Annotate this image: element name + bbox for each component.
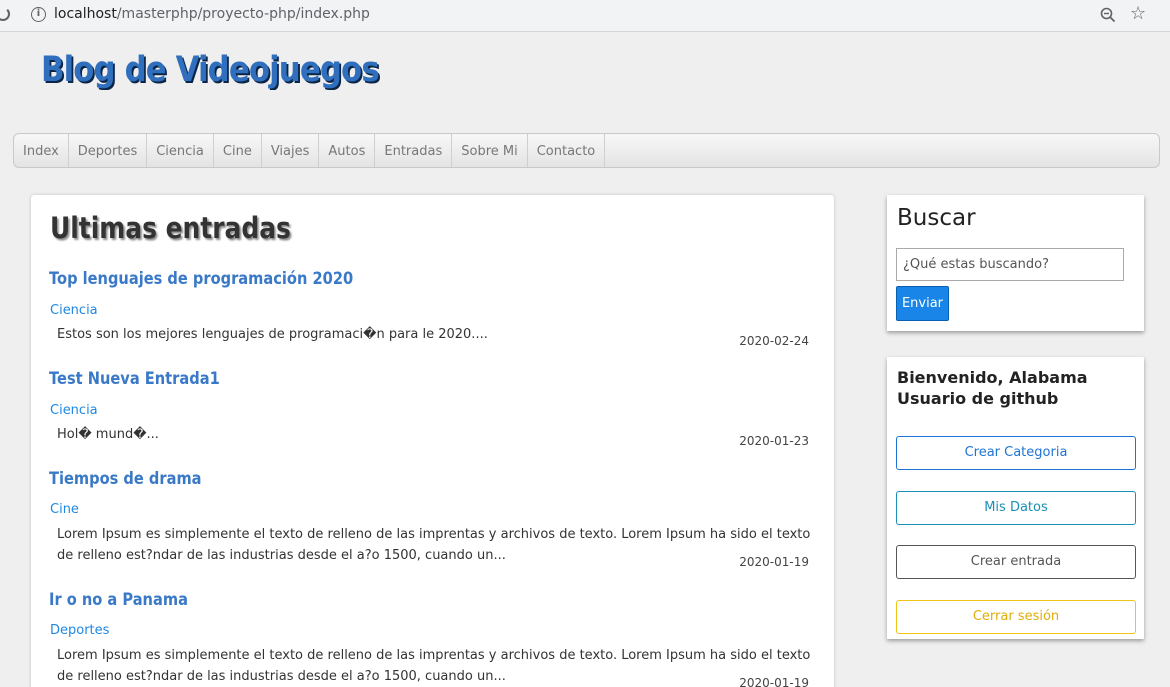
my-data-button[interactable]: Mis Datos xyxy=(896,491,1136,525)
nav-item-autos[interactable]: Autos xyxy=(319,134,376,167)
nav-item-cine[interactable]: Cine xyxy=(214,134,262,167)
entry-excerpt: Lorem Ipsum es simplemente el texto de r… xyxy=(57,648,811,684)
site-title[interactable]: Blog de Videojuegos xyxy=(41,50,380,90)
welcome-message: Bienvenido, Alabama Usuario de github xyxy=(897,368,1088,408)
nav-item-ciencia[interactable]: Ciencia xyxy=(147,134,214,167)
search-submit-button[interactable]: Enviar xyxy=(896,286,949,321)
entry-item: Ir o no a Panama Deportes Lorem Ipsum es… xyxy=(49,590,814,687)
entry-item: Top lenguajes de programación 2020 Cienc… xyxy=(49,269,814,348)
main-nav: Index Deportes Ciencia Cine Viajes Autos… xyxy=(13,133,1160,168)
search-panel: Buscar Enviar xyxy=(887,195,1144,331)
info-icon[interactable]: i xyxy=(31,7,46,22)
logout-button[interactable]: Cerrar sesión xyxy=(896,600,1136,634)
entry-item: Tiempos de drama Cine Lorem Ipsum es sim… xyxy=(49,469,814,569)
entry-date: 2020-01-23 xyxy=(739,434,809,448)
entry-excerpt: Hol� mund�... xyxy=(57,427,159,442)
search-title: Buscar xyxy=(897,205,976,231)
entry-category[interactable]: Ciencia xyxy=(50,303,98,318)
reload-icon[interactable] xyxy=(0,7,10,21)
search-input[interactable] xyxy=(896,248,1124,281)
create-entry-button[interactable]: Crear entrada xyxy=(896,545,1136,579)
entry-excerpt: Estos son los mejores lenguajes de progr… xyxy=(57,327,488,342)
nav-item-viajes[interactable]: Viajes xyxy=(262,134,320,167)
entry-date: 2020-01-19 xyxy=(739,676,809,687)
nav-item-entradas[interactable]: Entradas xyxy=(375,134,453,167)
entry-title[interactable]: Tiempos de drama xyxy=(49,469,707,489)
entry-title[interactable]: Top lenguajes de programación 2020 xyxy=(49,269,707,289)
create-category-button[interactable]: Crear Categoria xyxy=(896,436,1136,470)
entry-category[interactable]: Cine xyxy=(50,502,79,517)
main-content: Ultimas entradas Top lenguajes de progra… xyxy=(31,195,834,687)
page-title: Ultimas entradas xyxy=(50,211,291,245)
nav-item-deportes[interactable]: Deportes xyxy=(69,134,148,167)
entry-title[interactable]: Test Nueva Entrada1 xyxy=(49,369,707,389)
entry-item: Test Nueva Entrada1 Ciencia Hol� mund�..… xyxy=(49,369,814,448)
entry-excerpt: Lorem Ipsum es simplemente el texto de r… xyxy=(57,527,811,563)
browser-address-bar: i localhost/masterphp/proyecto-php/index… xyxy=(0,0,1170,32)
entry-title[interactable]: Ir o no a Panama xyxy=(49,590,707,610)
entry-date: 2020-02-24 xyxy=(739,334,809,348)
url-host: localhost xyxy=(54,6,117,22)
user-panel: Bienvenido, Alabama Usuario de github Cr… xyxy=(887,357,1144,639)
bookmark-star-icon[interactable]: ☆ xyxy=(1130,4,1146,24)
url-path: /masterphp/proyecto-php/index.php xyxy=(116,6,370,22)
entry-date: 2020-01-19 xyxy=(739,555,809,569)
nav-item-sobre-mi[interactable]: Sobre Mi xyxy=(452,134,528,167)
nav-item-contacto[interactable]: Contacto xyxy=(528,134,606,167)
entry-category[interactable]: Deportes xyxy=(50,623,109,638)
url-field[interactable]: localhost/masterphp/proyecto-php/index.p… xyxy=(54,6,370,22)
zoom-icon[interactable] xyxy=(1099,6,1117,24)
nav-item-index[interactable]: Index xyxy=(14,134,69,167)
entry-category[interactable]: Ciencia xyxy=(50,403,98,418)
